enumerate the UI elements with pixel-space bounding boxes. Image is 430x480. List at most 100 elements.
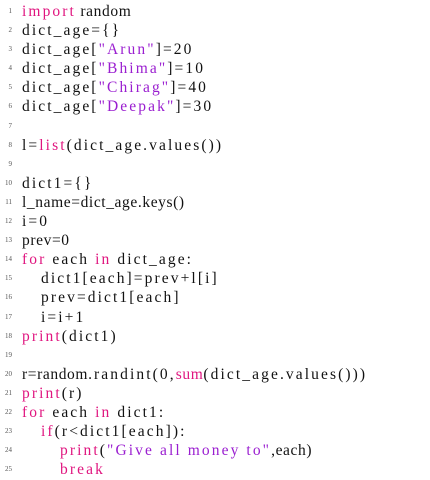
code-line: 6 dict_age["Deepak"]=30 [0, 97, 430, 116]
code-line: 15 dict1[each]=prev+l[i] [0, 269, 430, 288]
code-text: print(r) [22, 384, 84, 403]
code-token: (r<dict1[each]): [54, 423, 187, 441]
code-line: 13 prev=0 [0, 231, 430, 250]
keyword-token: sum [175, 365, 204, 383]
line-number: 21 [5, 388, 12, 397]
code-line: 23 if(r<dict1[each]): [0, 422, 430, 441]
code-token: each [46, 251, 96, 269]
line-number: 16 [5, 293, 12, 302]
code-token: dict_age[ [22, 41, 99, 59]
code-line: 25 break [0, 460, 430, 479]
line-number: 19 [5, 350, 12, 359]
line-number: 17 [5, 312, 12, 321]
code-text: import random [22, 2, 131, 21]
code-text: if(r<dict1[each]): [41, 422, 187, 441]
code-text: dict1={} [22, 174, 93, 193]
code-text: print("Give all money to",each) [60, 441, 312, 460]
keyword-token: in [95, 251, 112, 269]
code-text: print(dict1) [22, 327, 118, 346]
code-line: 5 dict_age["Chirag"]=40 [0, 78, 430, 97]
code-token: ( [99, 442, 108, 460]
code-token: ]=40 [170, 79, 209, 97]
code-text: for each in dict1: [22, 403, 165, 422]
line-number: 18 [5, 331, 12, 340]
code-line: 19 [0, 346, 430, 365]
code-token: l_name=dict_age.keys() [22, 193, 185, 211]
line-number: 14 [5, 255, 12, 264]
line-number: 20 [5, 369, 12, 378]
keyword-token: list [39, 136, 67, 154]
string-token: "Chirag" [98, 79, 171, 97]
code-token: ]=20 [155, 41, 194, 59]
code-line: 12 i=0 [0, 212, 430, 231]
keyword-token: for [22, 251, 47, 269]
line-number: 13 [5, 236, 12, 245]
code-line: 11 l_name=dict_age.keys() [0, 193, 430, 212]
line-number: 5 [8, 83, 13, 92]
code-token: r=random [22, 365, 89, 383]
code-token: prev=dict1[each] [41, 289, 181, 307]
code-text: dict1[each]=prev+l[i] [41, 269, 219, 288]
code-token: each [46, 403, 96, 421]
line-number: 22 [5, 407, 12, 416]
code-text: prev=0 [22, 231, 70, 250]
code-token: dict_age[ [22, 98, 99, 116]
line-number: 24 [5, 446, 12, 455]
line-number: 25 [5, 465, 12, 474]
code-line: 8 l=list(dict_age.values()) [0, 136, 430, 155]
code-token: (dict_age.values())) [203, 365, 368, 383]
string-token: "Arun" [98, 41, 156, 59]
keyword-token: import [22, 3, 76, 20]
code-token: dict_age[ [22, 79, 99, 97]
code-token: dict1={} [22, 174, 94, 192]
keyword-token: print [60, 442, 100, 460]
code-token: dict_age: [111, 251, 194, 269]
code-line: 2 dict_age={} [0, 21, 430, 40]
code-token: ]=30 [175, 98, 214, 116]
code-text: r=random.randint(0,sum(dict_age.values()… [22, 365, 367, 384]
code-text: break [60, 460, 105, 479]
line-number: 12 [5, 217, 12, 226]
code-token: dict_age={} [22, 22, 122, 40]
code-text: dict_age={} [22, 21, 121, 40]
code-text: dict_age["Arun"]=20 [22, 40, 194, 59]
keyword-token: print [22, 327, 62, 345]
string-token: "Bhima" [98, 60, 168, 78]
string-token: "Deepak" [98, 98, 176, 116]
keyword-token: in [95, 403, 112, 421]
line-number: 23 [5, 427, 12, 436]
keyword-token: print [22, 384, 62, 402]
code-line: 14 for each in dict_age: [0, 250, 430, 269]
code-token: ,each) [271, 442, 313, 460]
code-line: 4 dict_age["Bhima"]=10 [0, 59, 430, 78]
code-text: prev=dict1[each] [41, 288, 181, 307]
code-token: .randint(0, [88, 365, 176, 383]
code-token: random [75, 3, 132, 20]
code-line: 9 [0, 155, 430, 174]
code-listing: 1 import random 2 dict_age={} 3 dict_age["Aru… [0, 2, 430, 479]
line-number: 1 [8, 7, 13, 15]
code-text: for each in dict_age: [22, 250, 193, 269]
code-token: (r) [61, 384, 84, 402]
code-line: 22 for each in dict1: [0, 403, 430, 422]
code-line: 17 i=i+1 [0, 308, 430, 327]
keyword-token: for [22, 403, 47, 421]
code-line: 10 dict1={} [0, 174, 430, 193]
code-text: l=list(dict_age.values()) [22, 136, 223, 155]
code-text: i=0 [22, 212, 49, 231]
line-number: 11 [5, 197, 12, 206]
line-number: 7 [8, 121, 13, 130]
code-token: dict1: [111, 403, 166, 421]
code-token: i=i+1 [41, 308, 86, 326]
line-number: 10 [5, 178, 12, 187]
code-token: (dict1) [61, 327, 118, 345]
code-text: dict_age["Deepak"]=30 [22, 97, 213, 116]
code-line: 21 print(r) [0, 384, 430, 403]
line-number: 8 [8, 140, 13, 149]
code-line: 1 import random [0, 2, 430, 21]
code-token: l= [22, 136, 40, 154]
code-token: (dict_age.values()) [66, 136, 224, 154]
code-token: dict_age[ [22, 60, 99, 78]
line-number: 4 [8, 64, 13, 73]
code-line: 24 print("Give all money to",each) [0, 441, 430, 460]
